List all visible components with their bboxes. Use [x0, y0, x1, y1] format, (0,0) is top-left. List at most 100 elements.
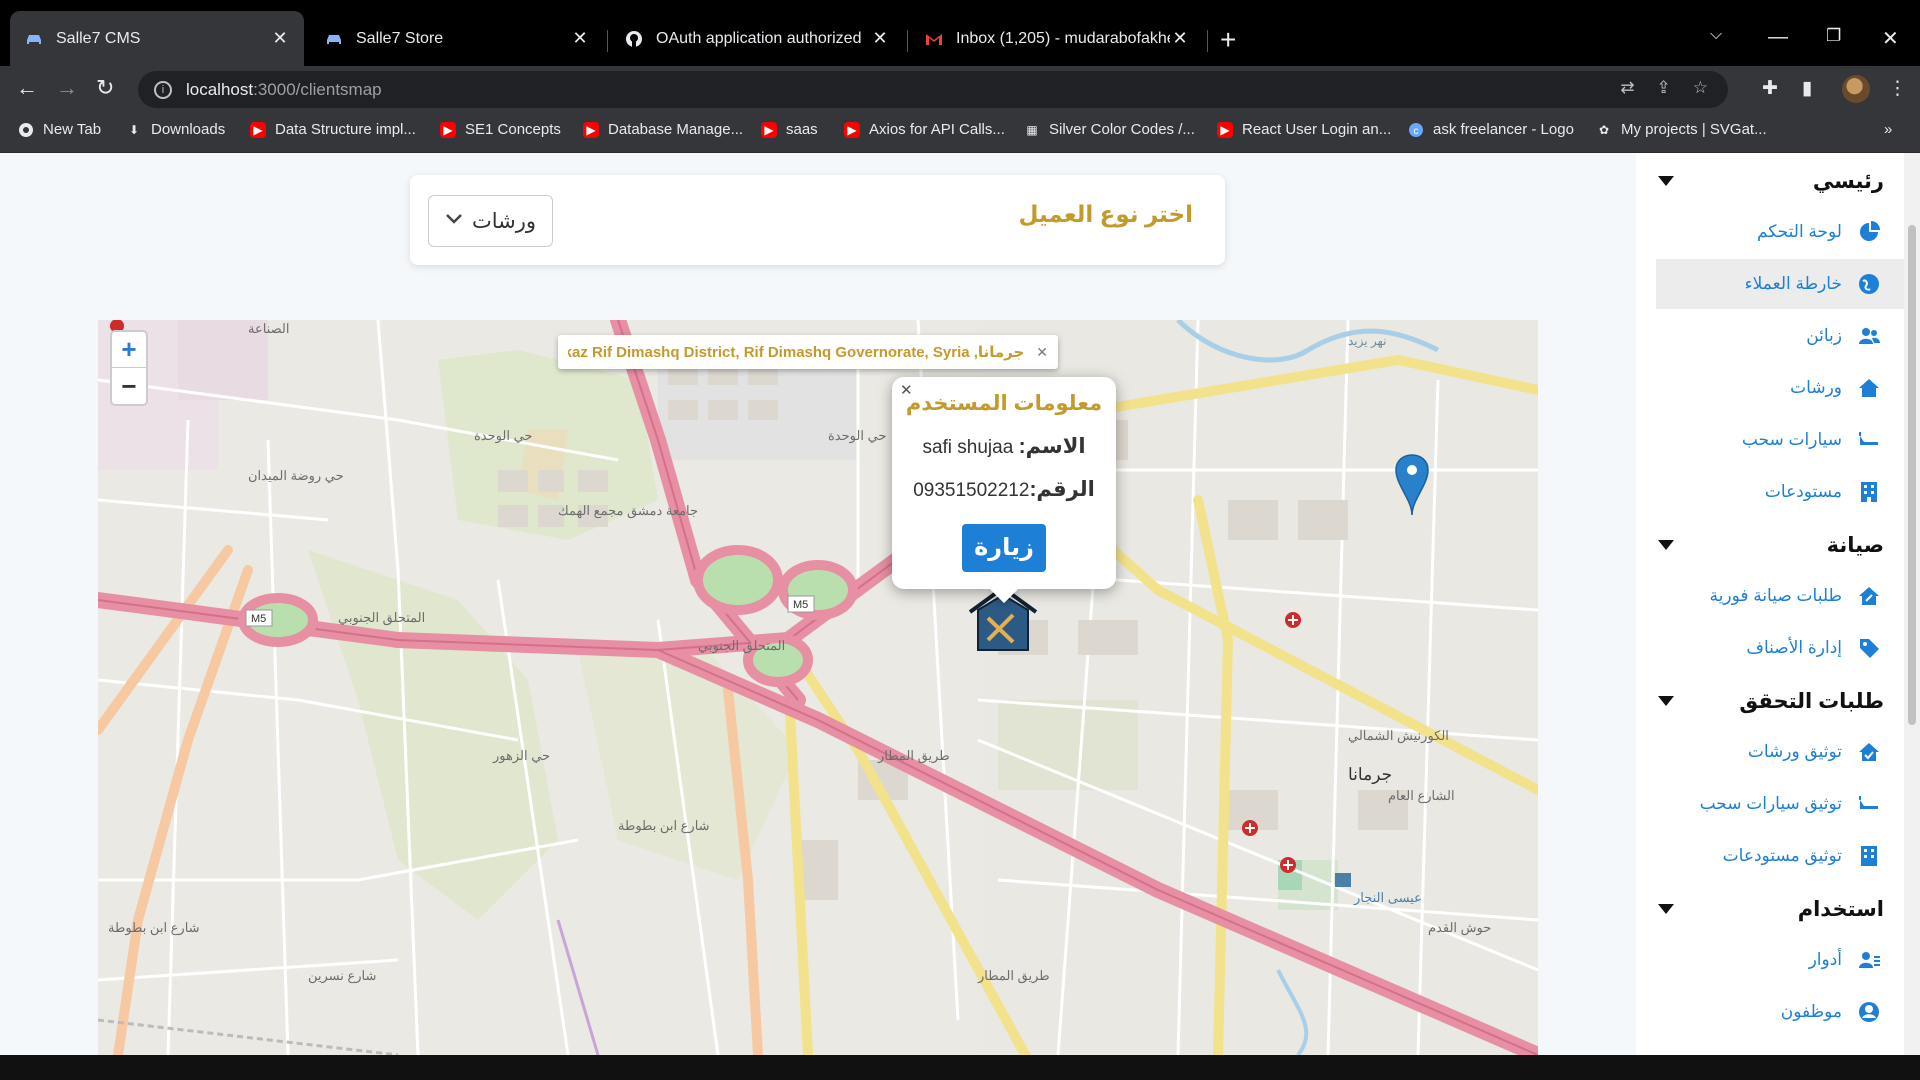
clients-map[interactable]: الصناعة حي الوحدة جامعة دمشق مجمع الهمك …	[98, 320, 1538, 1055]
sidebar-item-tow-trucks[interactable]: سيارات سحب	[1656, 415, 1904, 465]
sidebar-item-verify-warehouses[interactable]: توثيق مستودعات	[1656, 831, 1904, 881]
close-tab-icon[interactable]: ✕	[870, 28, 890, 49]
back-icon[interactable]: ←	[16, 75, 38, 101]
menu-icon[interactable]: ⋮	[1888, 77, 1907, 100]
youtube-icon: ▶	[250, 121, 266, 138]
sidebar-item-label: ورشات	[1790, 378, 1842, 397]
bookmark-downloads[interactable]: ⬇ Downloads	[126, 121, 225, 138]
tab-salle7-cms[interactable]: Salle7 CMS ✕	[10, 11, 304, 66]
sidebar-item-warehouses[interactable]: مستودعات	[1656, 467, 1904, 517]
map-label: حي روضة الميدان	[248, 468, 344, 484]
sidebar-item-employees[interactable]: موظفون	[1656, 987, 1904, 1037]
forward-icon[interactable]: →	[56, 75, 78, 101]
browser-tab-strip: Salle7 CMS ✕ Salle7 Store ✕ OAuth applic…	[0, 0, 1920, 66]
bookmark-svgator[interactable]: ✿ My projects | SVGat...	[1596, 121, 1767, 138]
sidebar-item-verify-tow-trucks[interactable]: توثيق سيارات سحب	[1656, 779, 1904, 829]
close-tab-icon[interactable]: ✕	[1170, 28, 1190, 49]
extensions-icon[interactable]: ✚	[1762, 77, 1778, 100]
sidebar-item-label: طلبات صيانة فورية	[1709, 586, 1842, 605]
close-popup-icon[interactable]: ✕	[900, 381, 913, 399]
bookmark-freelancer[interactable]: c ask freelancer - Logo	[1408, 121, 1574, 138]
sidebar-section-maintenance[interactable]: صيانة	[1636, 525, 1904, 565]
sidebar-item-label: مستودعات	[1764, 482, 1842, 501]
scrollbar-thumb[interactable]	[1908, 225, 1916, 725]
chrome-icon	[18, 122, 34, 138]
tab-search-icon[interactable]: ⌵	[1710, 26, 1722, 44]
phone-value: 09351502212	[913, 480, 1030, 501]
landmark-icon	[1335, 873, 1351, 887]
zoom-out-button[interactable]: −	[112, 368, 146, 404]
close-window-icon[interactable]: ✕	[1882, 26, 1899, 51]
more-bookmarks-icon[interactable]: »	[1884, 121, 1892, 138]
bookmark-label: New Tab	[43, 121, 102, 138]
bookmark-label: Axios for API Calls...	[869, 121, 1005, 138]
sidebar-item-verify-workshops[interactable]: توثيق ورشات	[1656, 727, 1904, 777]
tab-gmail-inbox[interactable]: Inbox (1,205) - mudarabofakher@ ✕	[910, 11, 1204, 66]
sidebar-item-customers[interactable]: زبائن	[1656, 311, 1904, 361]
bookmark-label: Database Manage...	[608, 121, 744, 138]
map-label: M5	[793, 599, 808, 611]
sidebar-item-instant-maintenance[interactable]: طلبات صيانة فورية	[1656, 571, 1904, 621]
sidebar-item-dashboard[interactable]: لوحة التحكم	[1656, 207, 1904, 257]
site-info-icon[interactable]: i	[154, 80, 172, 99]
restore-icon[interactable]: ❐	[1826, 26, 1841, 46]
close-tab-icon[interactable]: ✕	[270, 28, 290, 49]
sidebar-item-clients-map[interactable]: خارطة العملاء	[1656, 259, 1904, 309]
sidebar-item-label: توثيق سيارات سحب	[1699, 794, 1842, 813]
hospital-icon	[1242, 820, 1258, 836]
bookmark-se1[interactable]: ▶ SE1 Concepts	[440, 121, 561, 138]
sidebar-section-verification[interactable]: طلبات التحقق	[1636, 681, 1904, 721]
user-name-row: الاسم: safi shujaa	[892, 434, 1116, 459]
zoom-in-button[interactable]: +	[112, 332, 146, 368]
visit-button[interactable]: زيارة	[962, 524, 1046, 572]
bookmark-star-icon[interactable]: ☆	[1693, 78, 1708, 98]
bookmark-database[interactable]: ▶ Database Manage...	[583, 121, 743, 138]
bookmark-data-structure[interactable]: ▶ Data Structure impl...	[250, 121, 416, 138]
address-bar[interactable]: i localhost:3000/clientsmap ⇄ ⇪ ☆	[138, 71, 1728, 108]
bookmark-axios[interactable]: ▶ Axios for API Calls...	[844, 121, 1005, 138]
youtube-icon: ▶	[583, 121, 599, 138]
tow-truck-icon	[1856, 427, 1882, 453]
gmail-icon	[924, 29, 944, 49]
bookmark-react-login[interactable]: ▶ React User Login an...	[1217, 121, 1391, 138]
profile-avatar[interactable]	[1842, 75, 1870, 103]
bookmark-new-tab[interactable]: New Tab	[18, 121, 101, 138]
map-label: شارع ابن بطوطة	[618, 818, 710, 834]
address-text: جرمانا, Markaz Rif Dimashq District, Rif…	[568, 344, 1025, 361]
sidebar-item-workshops[interactable]: ورشات	[1656, 363, 1904, 413]
bookmark-silver-colors[interactable]: ▦ Silver Color Codes /...	[1024, 121, 1195, 138]
map-label: الشارع العام	[1388, 788, 1455, 804]
tab-oauth[interactable]: OAuth application authorized ✕	[610, 11, 904, 66]
bookmark-label: React User Login an...	[1242, 121, 1392, 138]
download-icon: ⬇	[128, 122, 140, 137]
sidebar-section-usage[interactable]: استخدام	[1636, 889, 1904, 929]
client-type-select[interactable]: ورشات	[428, 195, 553, 247]
map-label: طريق المطار	[977, 968, 1050, 984]
sidebar-item-label: أدوار	[1808, 950, 1842, 969]
new-tab-button[interactable]: +	[1220, 26, 1236, 54]
sidebar-section-main[interactable]: رئيسي	[1636, 161, 1904, 201]
tab-salle7-store[interactable]: Salle7 Store ✕	[310, 11, 604, 66]
warehouse-check-icon	[1856, 843, 1882, 869]
sidebar-item-roles[interactable]: أدوار	[1656, 935, 1904, 985]
car-icon	[324, 29, 344, 49]
map-label: جرمانا	[1348, 765, 1392, 785]
map-label: جامعة دمشق مجمع الهمك	[558, 503, 698, 519]
share-icon[interactable]: ⇪	[1657, 78, 1671, 98]
side-panel-icon[interactable]: ▮	[1802, 77, 1812, 100]
caret-down-icon	[1658, 540, 1674, 550]
close-popup-icon[interactable]: ✕	[1036, 344, 1048, 361]
users-icon	[1856, 323, 1882, 349]
address-popup: جرمانا, Markaz Rif Dimashq District, Rif…	[558, 335, 1058, 369]
bookmark-saas[interactable]: ▶ saas	[761, 121, 818, 138]
minimize-icon[interactable]: —	[1768, 26, 1788, 49]
translate-icon[interactable]: ⇄	[1620, 78, 1634, 98]
map-label: نهر يزيد	[1348, 334, 1386, 348]
close-tab-icon[interactable]: ✕	[570, 28, 590, 49]
sidebar-item-categories[interactable]: إدارة الأصناف	[1656, 623, 1904, 673]
svgator-icon: ✿	[1598, 122, 1610, 137]
reload-icon[interactable]: ↻	[96, 75, 114, 101]
map-tiles: الصناعة حي الوحدة جامعة دمشق مجمع الهمك …	[98, 320, 1538, 1055]
section-title: استخدام	[1797, 897, 1884, 921]
tab-title: Inbox (1,205) - mudarabofakher@	[956, 29, 1170, 47]
